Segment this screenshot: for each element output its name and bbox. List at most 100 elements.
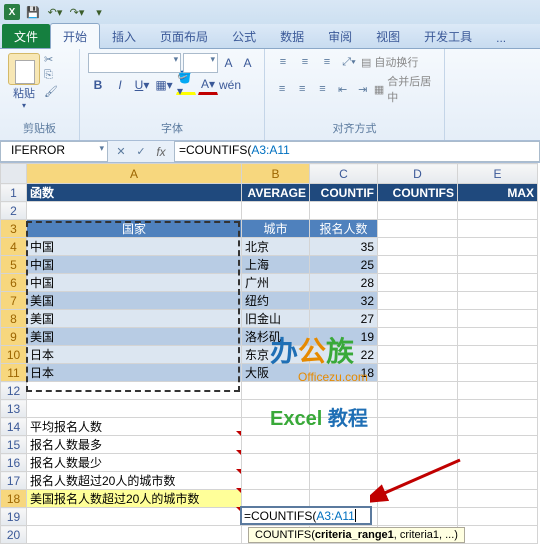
cell[interactable]: 东京 <box>242 346 310 364</box>
cell[interactable]: 北京 <box>242 238 310 256</box>
copy-icon[interactable]: ⎘ <box>44 69 60 83</box>
row-header[interactable]: 1 <box>1 184 27 202</box>
increase-indent-icon[interactable]: ⇥ <box>354 80 372 98</box>
worksheet[interactable]: A B C D E 1函数AVERAGECOUNTIFCOUNTIFSMAX 2… <box>0 163 540 544</box>
row-header[interactable]: 12 <box>1 382 27 400</box>
active-cell-edit[interactable]: =COUNTIFS(A3:A11 <box>240 506 372 525</box>
cell[interactable]: 35 <box>310 238 378 256</box>
font-color-button[interactable]: A▾ <box>198 75 218 95</box>
cell[interactable]: 纽约 <box>242 292 310 310</box>
align-middle-icon[interactable]: ≡ <box>295 53 315 71</box>
tab-data[interactable]: 数据 <box>268 24 316 48</box>
decrease-font-icon[interactable]: A <box>239 53 256 73</box>
cell[interactable]: 中国 <box>27 238 242 256</box>
italic-button[interactable]: I <box>110 75 130 95</box>
cell[interactable]: MAX <box>458 184 538 202</box>
cell[interactable]: 美国 <box>27 310 242 328</box>
fill-color-button[interactable]: 🪣▾ <box>176 75 196 95</box>
select-all-corner[interactable] <box>1 164 27 184</box>
name-box[interactable]: IFERROR <box>0 141 108 162</box>
cell[interactable]: 32 <box>310 292 378 310</box>
formula-bar[interactable]: =COUNTIFS(A3:A11 <box>174 141 540 162</box>
align-right-icon[interactable]: ≡ <box>313 80 331 98</box>
cell[interactable]: COUNTIF <box>310 184 378 202</box>
phonetic-button[interactable]: wén <box>220 75 240 95</box>
cell[interactable]: 报名人数超过20人的城市数 <box>27 472 242 490</box>
cell[interactable]: 美国报名人数超过20人的城市数 <box>27 490 242 508</box>
cell[interactable]: 日本 <box>27 364 242 382</box>
row-header[interactable]: 20 <box>1 526 27 544</box>
row-header[interactable]: 13 <box>1 400 27 418</box>
row-header[interactable]: 8 <box>1 310 27 328</box>
font-size-dropdown[interactable] <box>183 53 218 73</box>
row-header[interactable]: 16 <box>1 454 27 472</box>
cell[interactable]: 美国 <box>27 292 242 310</box>
cut-icon[interactable]: ✂ <box>44 53 60 67</box>
cell[interactable]: 城市 <box>242 220 310 238</box>
row-header[interactable]: 6 <box>1 274 27 292</box>
row-header[interactable]: 10 <box>1 346 27 364</box>
cell[interactable]: 28 <box>310 274 378 292</box>
col-header-A[interactable]: A <box>27 164 242 184</box>
cell[interactable]: 上海 <box>242 256 310 274</box>
cell[interactable]: 美国 <box>27 328 242 346</box>
row-header[interactable]: 18 <box>1 490 27 508</box>
row-header[interactable]: 2 <box>1 202 27 220</box>
cancel-formula-icon[interactable]: ✕ <box>112 143 130 161</box>
decrease-indent-icon[interactable]: ⇤ <box>334 80 352 98</box>
row-header[interactable]: 17 <box>1 472 27 490</box>
align-left-icon[interactable]: ≡ <box>273 80 291 98</box>
format-painter-icon[interactable]: 🖌 <box>44 85 60 99</box>
row-header[interactable]: 5 <box>1 256 27 274</box>
cell[interactable]: 19 <box>310 328 378 346</box>
cell[interactable]: 大阪 <box>242 364 310 382</box>
tab-insert[interactable]: 插入 <box>100 24 148 48</box>
underline-button[interactable]: U▾ <box>132 75 152 95</box>
cell[interactable]: AVERAGE <box>242 184 310 202</box>
tab-formulas[interactable]: 公式 <box>220 24 268 48</box>
col-header-D[interactable]: D <box>378 164 458 184</box>
cell[interactable]: 平均报名人数 <box>27 418 242 436</box>
cell[interactable]: 25 <box>310 256 378 274</box>
orientation-icon[interactable]: ⤢▾ <box>339 53 359 71</box>
cell[interactable]: 报名人数最少 <box>27 454 242 472</box>
cell[interactable]: 函数 <box>27 184 242 202</box>
merge-center-button[interactable]: ▦合并后居中 <box>374 73 436 105</box>
cell[interactable]: 18 <box>310 364 378 382</box>
cell[interactable]: 旧金山 <box>242 310 310 328</box>
col-header-C[interactable]: C <box>310 164 378 184</box>
redo-icon[interactable]: ↷▾ <box>68 3 86 21</box>
cell[interactable]: 洛杉矶 <box>242 328 310 346</box>
row-header[interactable]: 3 <box>1 220 27 238</box>
cell[interactable]: COUNTIFS <box>378 184 458 202</box>
col-header-B[interactable]: B <box>242 164 310 184</box>
font-family-dropdown[interactable] <box>88 53 181 73</box>
qat-dropdown-icon[interactable]: ▾ <box>90 3 108 21</box>
row-header[interactable]: 19 <box>1 508 27 526</box>
align-bottom-icon[interactable]: ≡ <box>317 53 337 71</box>
tab-home[interactable]: 开始 <box>50 23 100 49</box>
align-center-icon[interactable]: ≡ <box>293 80 311 98</box>
save-icon[interactable]: 💾 <box>24 3 42 21</box>
tab-dev[interactable]: 开发工具 <box>412 24 484 48</box>
align-top-icon[interactable]: ≡ <box>273 53 293 71</box>
tab-file[interactable]: 文件 <box>2 24 50 48</box>
enter-formula-icon[interactable]: ✓ <box>132 143 150 161</box>
row-header[interactable]: 7 <box>1 292 27 310</box>
cell[interactable]: 中国 <box>27 256 242 274</box>
wrap-text-button[interactable]: ▤自动换行 <box>361 54 418 70</box>
tab-more[interactable]: ... <box>484 27 518 48</box>
grid[interactable]: A B C D E 1函数AVERAGECOUNTIFCOUNTIFSMAX 2… <box>0 163 538 544</box>
cell[interactable]: 报名人数最多 <box>27 436 242 454</box>
tab-layout[interactable]: 页面布局 <box>148 24 220 48</box>
row-header[interactable]: 11 <box>1 364 27 382</box>
row-header[interactable]: 9 <box>1 328 27 346</box>
paste-button[interactable]: 粘贴 ▾ <box>8 53 40 110</box>
row-header[interactable]: 4 <box>1 238 27 256</box>
cell[interactable]: 广州 <box>242 274 310 292</box>
cell[interactable]: 27 <box>310 310 378 328</box>
bold-button[interactable]: B <box>88 75 108 95</box>
cell[interactable]: 报名人数 <box>310 220 378 238</box>
cell[interactable]: 22 <box>310 346 378 364</box>
cell[interactable]: 中国 <box>27 274 242 292</box>
